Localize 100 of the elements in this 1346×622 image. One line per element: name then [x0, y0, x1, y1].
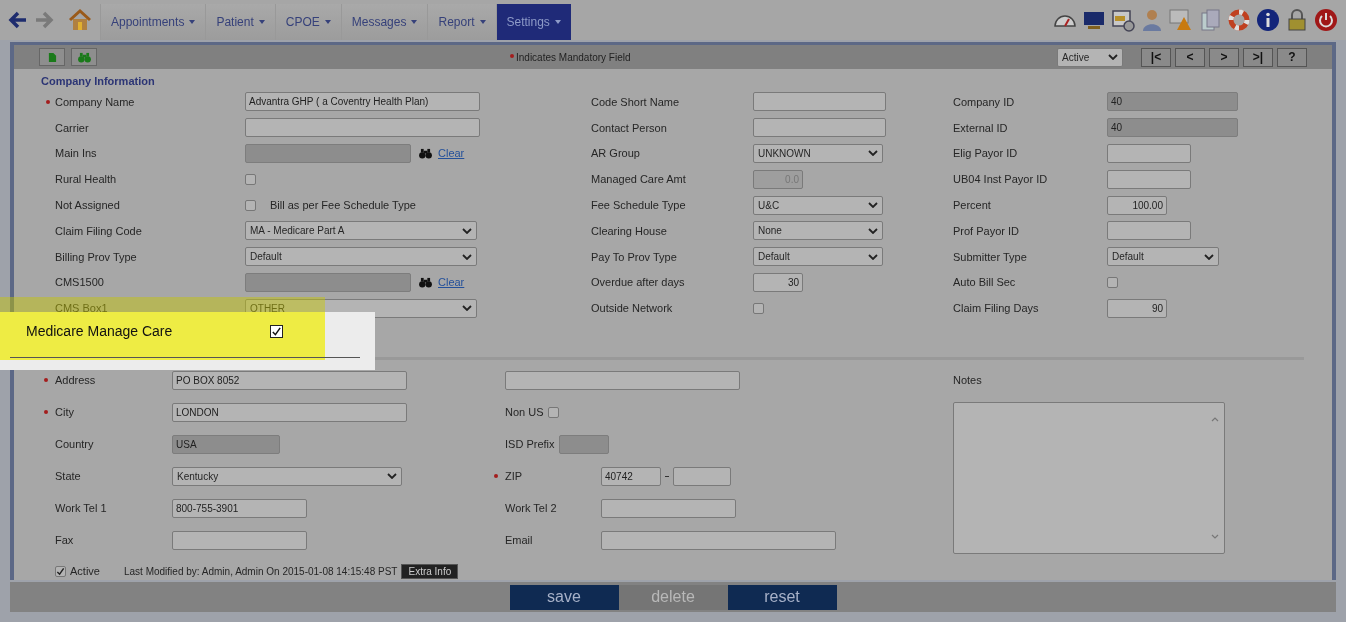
record-nav-button[interactable]: >: [1209, 47, 1239, 67]
input-field[interactable]: [1107, 221, 1191, 241]
select-field[interactable]: MA - Medicare Part A: [245, 221, 477, 241]
chevron-icon: [462, 227, 472, 234]
menu-tab[interactable]: Settings: [495, 4, 571, 40]
lock-icon[interactable]: [1285, 8, 1309, 32]
field-label: Carrier: [55, 121, 89, 134]
calendar-clock-icon[interactable]: [1111, 8, 1135, 32]
number-field[interactable]: 90: [1107, 298, 1167, 318]
select-field[interactable]: None: [753, 221, 883, 241]
input-field[interactable]: [1107, 169, 1191, 189]
input-field[interactable]: 40742: [601, 466, 661, 486]
home-icon[interactable]: [68, 9, 92, 31]
input-field[interactable]: [753, 118, 886, 138]
field-label: Main Ins: [55, 147, 97, 160]
menu-tab[interactable]: Patient: [205, 4, 275, 40]
input-field[interactable]: [505, 370, 740, 390]
status-select[interactable]: Active: [1057, 47, 1123, 67]
input-field[interactable]: 800-755-3901: [172, 498, 307, 518]
input-field[interactable]: Advantra GHP ( a Coventry Health Plan): [245, 92, 480, 112]
field-label: Clearing House: [591, 224, 667, 237]
input-field[interactable]: [673, 466, 731, 486]
field-label: Not Assigned: [55, 199, 120, 212]
input-field[interactable]: [245, 272, 411, 292]
input-field[interactable]: [245, 144, 411, 163]
field-label: State: [55, 470, 81, 483]
record-nav-button[interactable]: ?: [1277, 47, 1307, 67]
select-field[interactable]: Default: [753, 247, 883, 267]
select-field[interactable]: Default: [245, 247, 477, 267]
select-field[interactable]: U&C: [753, 195, 883, 215]
field-label: Outside Network: [591, 302, 673, 315]
chevron-icon: [868, 253, 878, 260]
chevron-icon: [387, 473, 397, 480]
back-arrow-icon[interactable]: [8, 11, 28, 29]
input-field[interactable]: LONDON: [172, 402, 407, 422]
section-title: Company Information: [41, 75, 156, 89]
clear-link[interactable]: Clear: [438, 147, 465, 160]
input-field[interactable]: 40: [1107, 118, 1238, 138]
search-button[interactable]: [71, 48, 97, 66]
field-label: Email: [505, 534, 533, 547]
record-nav-button[interactable]: >|: [1243, 47, 1273, 67]
binoculars-icon[interactable]: [419, 148, 432, 159]
extra-info-button[interactable]: Extra Info: [401, 563, 459, 579]
field-label: Auto Bill Sec: [953, 276, 1016, 289]
record-nav-button[interactable]: |<: [1141, 47, 1171, 67]
input-field[interactable]: 40: [1107, 92, 1238, 112]
select-field[interactable]: UNKNOWN: [753, 144, 883, 163]
field-label: Prof Payor ID: [953, 224, 1020, 237]
field-label: Claim Filing Code: [55, 224, 142, 237]
power-icon[interactable]: [1314, 8, 1338, 32]
checkbox[interactable]: [55, 565, 66, 577]
input-field[interactable]: USA: [172, 434, 280, 454]
field-label: Code Short Name: [591, 95, 680, 108]
input-field[interactable]: [601, 498, 736, 518]
action-button[interactable]: save: [509, 584, 619, 610]
select-field[interactable]: Default: [1107, 247, 1219, 267]
notes-textarea[interactable]: [953, 402, 1225, 555]
checkbox[interactable]: [753, 302, 764, 314]
lifebuoy-icon[interactable]: [1227, 8, 1251, 32]
chevron-icon: [462, 305, 472, 312]
checkbox[interactable]: [245, 199, 256, 211]
menu-tab[interactable]: Appointments: [100, 4, 206, 40]
chevron-icon: [462, 253, 472, 260]
checkbox[interactable]: [245, 173, 256, 185]
required-mark: [510, 54, 514, 58]
binoculars-icon: [77, 51, 91, 63]
info-icon[interactable]: [1256, 8, 1280, 32]
field-label: Pay To Prov Type: [591, 250, 677, 263]
field-label: Billing Prov Type: [55, 250, 137, 263]
number-field[interactable]: 100.00: [1107, 195, 1167, 215]
chevron-icon: [868, 227, 878, 234]
forward-arrow-icon[interactable]: [34, 11, 54, 29]
record-nav-button[interactable]: <: [1175, 47, 1205, 67]
menu-tab[interactable]: Messages: [340, 4, 428, 40]
warning-icon[interactable]: [1169, 8, 1193, 32]
clear-link[interactable]: Clear: [438, 276, 465, 289]
input-field[interactable]: [245, 118, 480, 138]
input-field[interactable]: PO BOX 8052: [172, 370, 407, 390]
new-record-button[interactable]: [39, 48, 65, 66]
checkbox[interactable]: [1107, 276, 1118, 288]
input-field[interactable]: [601, 530, 836, 550]
input-field[interactable]: [172, 530, 307, 550]
select-field[interactable]: Kentucky: [172, 466, 402, 486]
binoculars-icon[interactable]: [419, 276, 432, 288]
menu-tab[interactable]: Report: [427, 4, 496, 40]
field-label: Rural Health: [55, 173, 117, 186]
field-label: Submitter Type: [953, 250, 1027, 263]
documents-icon[interactable]: [1198, 8, 1222, 32]
menu-tab[interactable]: CPOE: [274, 4, 341, 40]
person-icon[interactable]: [1140, 8, 1164, 32]
field-label: Elig Payor ID: [953, 147, 1018, 160]
caret-icon: [479, 20, 486, 24]
field-label: Contact Person: [591, 121, 667, 134]
input-field[interactable]: [753, 92, 886, 112]
field-label: Country: [55, 438, 94, 451]
action-button[interactable]: reset: [727, 584, 837, 610]
input-field[interactable]: [1107, 144, 1191, 163]
input-field[interactable]: [558, 434, 609, 454]
checkbox[interactable]: [547, 406, 559, 418]
number-field[interactable]: 30: [753, 272, 803, 292]
